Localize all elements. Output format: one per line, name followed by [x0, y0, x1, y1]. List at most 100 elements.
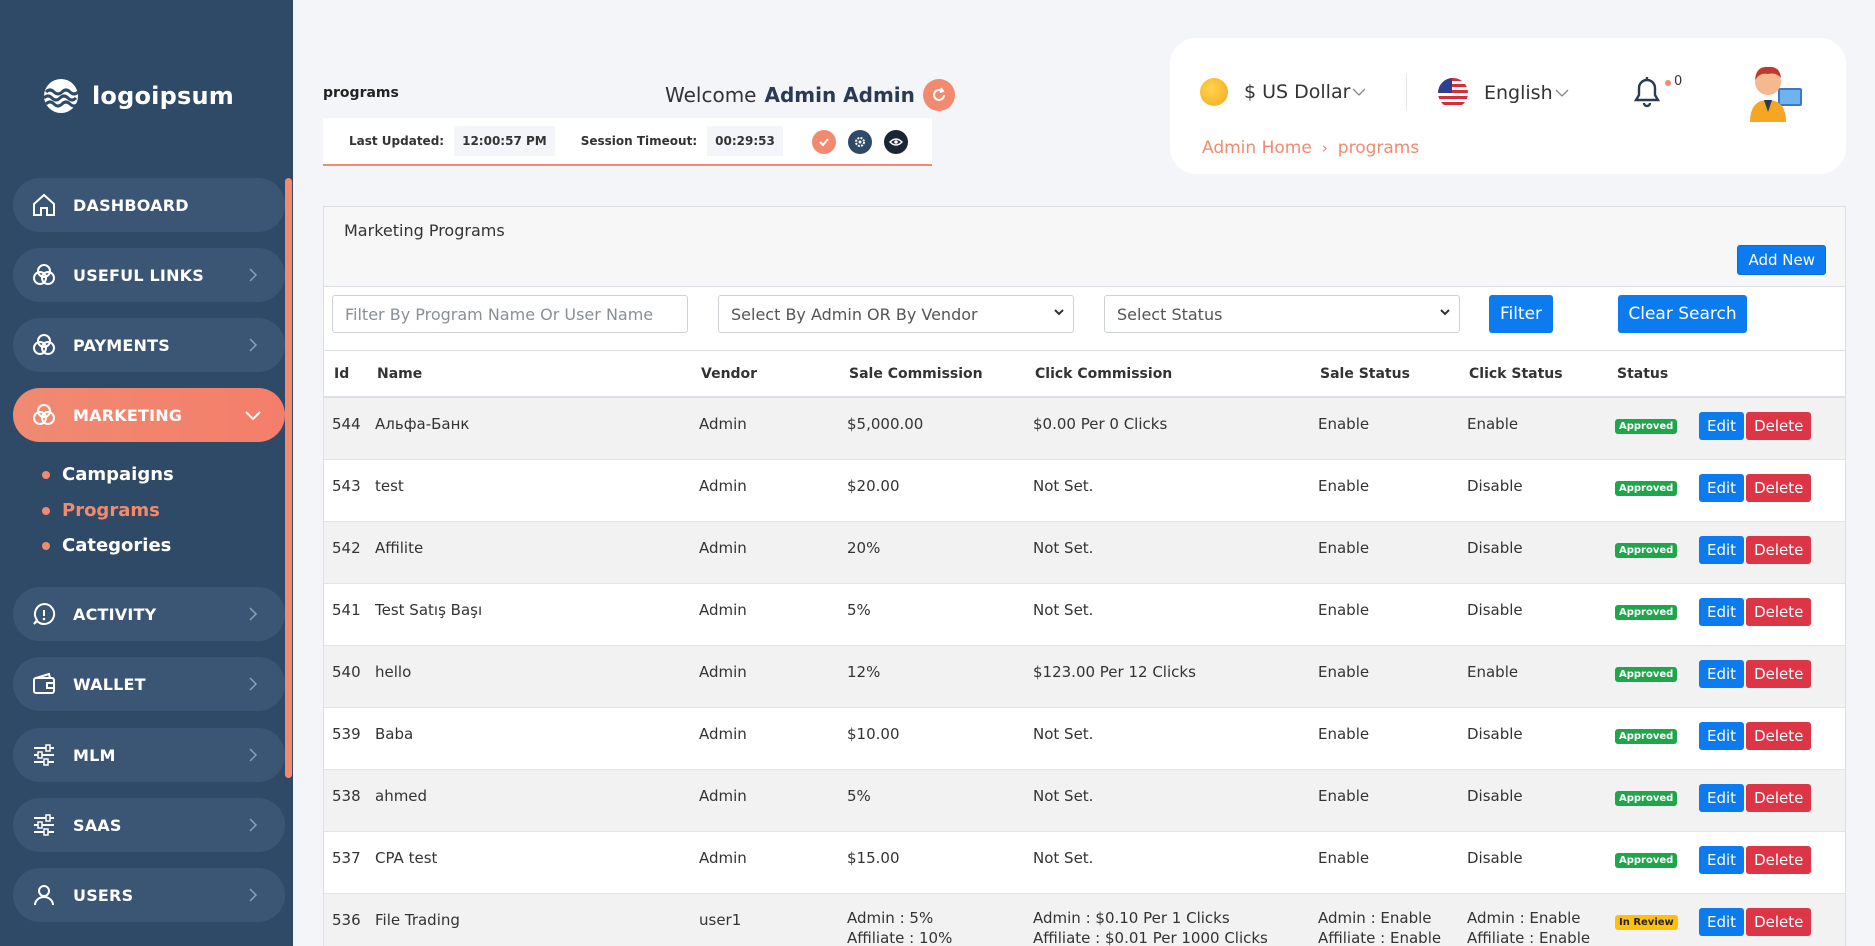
sidebar-item-users[interactable]: USERS: [13, 868, 285, 922]
column-header[interactable]: Sale Commission: [839, 351, 1025, 398]
vendor-select[interactable]: Select By Admin OR By Vendor: [718, 295, 1074, 333]
sidebar-subitem-categories[interactable]: Categories: [42, 535, 171, 556]
eye-icon[interactable]: [884, 130, 908, 154]
sidebar-item-activity[interactable]: ACTIVITY: [13, 587, 285, 641]
chevron-right-icon: [241, 333, 265, 357]
last-updated-label: Last Updated:: [349, 134, 445, 148]
edit-button[interactable]: Edit: [1699, 412, 1745, 440]
cell-click-commission: Not Set.: [1025, 583, 1310, 646]
status-select[interactable]: Select Status: [1104, 295, 1460, 333]
settings-icon[interactable]: [848, 130, 872, 154]
panel-title: Marketing Programs: [344, 221, 505, 240]
column-header[interactable]: Vendor: [691, 351, 839, 398]
cell-status: Approved: [1607, 831, 1691, 894]
avatar[interactable]: [1740, 60, 1804, 124]
currency-selector[interactable]: $ US Dollar: [1200, 78, 1366, 106]
logo[interactable]: logoipsum: [40, 78, 234, 114]
filter-bar: Filter By Program Name Or User Name Sele…: [324, 287, 1845, 351]
column-header[interactable]: Status: [1607, 351, 1691, 398]
delete-button[interactable]: Delete: [1746, 412, 1812, 440]
program-filter-input[interactable]: Filter By Program Name Or User Name: [332, 295, 688, 333]
table-row: 536 File Trading user1 Admin : 5% Affilia…: [324, 893, 1845, 946]
sidebar-item-payments[interactable]: PAYMENTS: [13, 318, 285, 372]
page-title: programs: [323, 85, 399, 101]
bell-icon: [1633, 77, 1661, 108]
sale-commission-admin: Admin : 5%: [847, 908, 934, 927]
bullet-icon: [42, 470, 50, 479]
cell-name: CPA test: [367, 831, 691, 894]
delete-button[interactable]: Delete: [1746, 907, 1812, 936]
cell-actions: Edit Delete: [1691, 459, 1845, 522]
status-badge: Approved: [1615, 666, 1678, 682]
chevron-right-icon: [241, 813, 265, 837]
delete-button[interactable]: Delete: [1746, 783, 1812, 812]
refresh-button[interactable]: [922, 79, 955, 111]
sidebar-subitem-programs[interactable]: Programs: [42, 500, 160, 521]
cell-actions: Edit Delete: [1691, 397, 1845, 460]
sidebar-subitem-campaigns[interactable]: Campaigns: [42, 464, 174, 485]
language-selector[interactable]: English: [1438, 78, 1569, 108]
breadcrumb-current: programs: [1337, 138, 1420, 158]
column-header[interactable]: Sale Status: [1310, 351, 1459, 398]
sidebar-item-wallet[interactable]: WALLET: [13, 657, 285, 711]
clear-search-button[interactable]: Clear Search: [1618, 295, 1747, 333]
cell-status: Approved: [1607, 707, 1691, 770]
sidebar-item-label: PAYMENTS: [73, 335, 170, 355]
home-icon: [29, 190, 59, 220]
sidebar-item-saas[interactable]: SAAS: [13, 798, 285, 852]
delete-button[interactable]: Delete: [1746, 845, 1812, 874]
language-label: English: [1484, 82, 1553, 104]
cell-click-commission: $123.00 Per 12 Clicks: [1025, 645, 1310, 708]
chevron-down-icon: [241, 403, 265, 427]
column-header[interactable]: Click Commission: [1025, 351, 1310, 398]
column-header[interactable]: Name: [367, 351, 691, 398]
cell-click-status: Disable: [1459, 707, 1607, 770]
chevron-down-icon: [1054, 309, 1064, 316]
status-badge: Approved: [1615, 852, 1678, 868]
welcome-message: Welcome Admin Admin: [665, 79, 955, 111]
sidebar-item-mlm[interactable]: MLM: [13, 728, 285, 782]
sidebar-item-marketing[interactable]: MARKETING: [13, 388, 285, 442]
edit-button[interactable]: Edit: [1699, 783, 1745, 812]
status-badge: Approved: [1615, 790, 1678, 806]
status-badge: In Review: [1615, 914, 1678, 930]
sidebar-scrollbar[interactable]: [285, 178, 292, 778]
delete-button[interactable]: Delete: [1746, 597, 1812, 626]
notifications-button[interactable]: [1632, 76, 1662, 114]
filter-button[interactable]: Filter: [1489, 295, 1553, 333]
delete-button[interactable]: Delete: [1746, 535, 1812, 564]
edit-button[interactable]: Edit: [1699, 659, 1745, 688]
edit-button[interactable]: Edit: [1699, 907, 1745, 936]
last-updated-value: 12:00:57 PM: [454, 126, 555, 156]
cell-id: 536: [324, 893, 367, 946]
sidebar-item-dashboard[interactable]: DASHBOARD: [13, 178, 285, 232]
table-row: 538 ahmed Admin 5% Not Set. Enable Disab…: [324, 769, 1845, 832]
breadcrumb-home[interactable]: Admin Home: [1202, 138, 1312, 158]
subitem-label: Categories: [62, 535, 172, 556]
cell-vendor: Admin: [691, 583, 839, 646]
sidebar-item-useful-links[interactable]: USEFUL LINKS: [13, 248, 285, 302]
edit-button[interactable]: Edit: [1699, 473, 1745, 502]
chevron-down-icon: [1352, 88, 1366, 96]
column-header[interactable]: Id: [324, 351, 367, 398]
cell-sale-commission: Admin : 5% Affiliate : 10%: [839, 893, 1025, 946]
cell-sale-status: Admin : Enable Affiliate : Enable: [1310, 893, 1459, 946]
column-header[interactable]: Click Status: [1459, 351, 1607, 398]
edit-button[interactable]: Edit: [1699, 535, 1745, 564]
top-bar-card: $ US Dollar English 0 Admin Home › progr…: [1170, 38, 1846, 174]
cell-id: 539: [324, 707, 367, 770]
check-icon[interactable]: [812, 130, 836, 154]
delete-button[interactable]: Delete: [1746, 659, 1812, 688]
add-new-button[interactable]: Add New: [1737, 245, 1826, 275]
cell-vendor: Admin: [691, 707, 839, 770]
cell-vendor: Admin: [691, 769, 839, 832]
edit-button[interactable]: Edit: [1699, 845, 1745, 874]
cell-click-commission: Not Set.: [1025, 831, 1310, 894]
cell-sale-commission: 5%: [839, 583, 1025, 646]
cell-status: Approved: [1607, 521, 1691, 584]
edit-button[interactable]: Edit: [1699, 721, 1745, 750]
breadcrumb: Admin Home › programs: [1202, 138, 1419, 158]
delete-button[interactable]: Delete: [1746, 473, 1812, 502]
delete-button[interactable]: Delete: [1746, 721, 1812, 750]
edit-button[interactable]: Edit: [1699, 597, 1745, 626]
